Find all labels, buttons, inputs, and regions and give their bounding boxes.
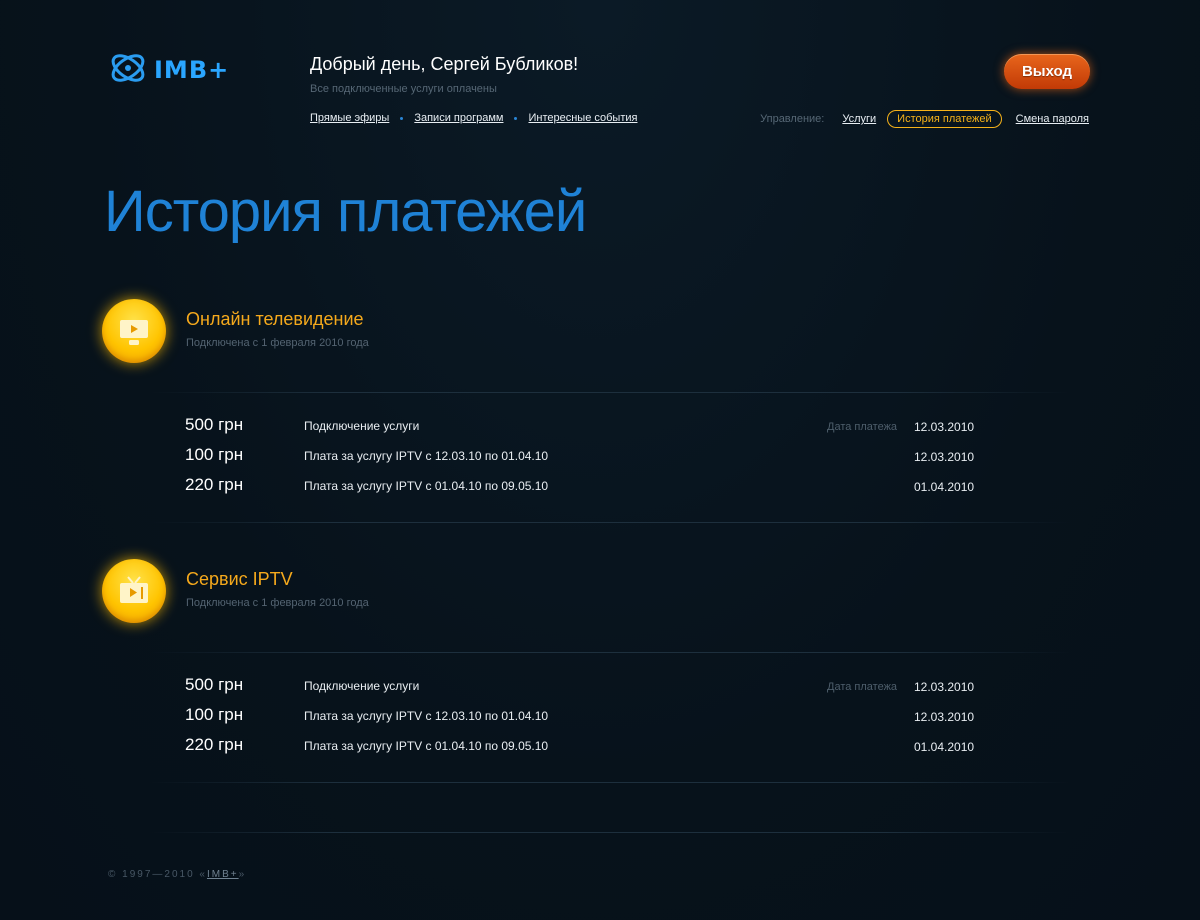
service-subtitle: Подключена с 1 февраля 2010 года bbox=[186, 597, 369, 609]
copyright: © 1997—2010 « bbox=[108, 869, 207, 880]
payment-description: Подключение услуги bbox=[304, 419, 420, 433]
logo-orbit-icon bbox=[108, 46, 152, 95]
logo-text: IMB+ bbox=[154, 56, 230, 84]
payment-description: Плата за услугу IPTV с 12.03.10 по 01.04… bbox=[304, 709, 549, 723]
logo[interactable]: IMB+ bbox=[108, 46, 229, 94]
payment-date-label: Дата платежа bbox=[827, 681, 898, 693]
divider bbox=[150, 782, 1070, 783]
payment-amount: 500 грн bbox=[185, 675, 244, 694]
management-nav: Управление: Услуги История платежей Смен… bbox=[760, 110, 1089, 128]
service-name: Онлайн телевидение bbox=[186, 309, 364, 329]
divider bbox=[150, 522, 1070, 523]
payment-row: 100 грн Плата за услугу IPTV с 12.03.10 … bbox=[0, 702, 1200, 732]
nav-recordings[interactable]: Записи программ bbox=[414, 112, 503, 124]
payment-date: 12.03.2010 bbox=[914, 450, 975, 464]
payment-date-label: Дата платежа bbox=[827, 421, 898, 433]
payment-amount: 100 грн bbox=[185, 705, 244, 724]
nav-services[interactable]: Услуги bbox=[842, 113, 876, 125]
nav-change-password[interactable]: Смена пароля bbox=[1016, 113, 1089, 125]
payment-date: 01.04.2010 bbox=[914, 480, 975, 494]
payment-amount: 500 грн bbox=[185, 415, 244, 434]
service-subtitle: Подключена с 1 февраля 2010 года bbox=[186, 337, 369, 349]
payment-date: 12.03.2010 bbox=[914, 680, 975, 694]
payment-amount: 220 грн bbox=[185, 475, 244, 494]
divider bbox=[150, 652, 1070, 653]
payment-date: 12.03.2010 bbox=[914, 420, 975, 434]
payment-row: 220 грн Плата за услугу IPTV с 01.04.10 … bbox=[0, 472, 1200, 502]
payment-row: 500 грн Подключение услуги Дата платежа … bbox=[0, 412, 1200, 442]
payment-description: Плата за услугу IPTV с 12.03.10 по 01.04… bbox=[304, 449, 549, 463]
nav-events[interactable]: Интересные события bbox=[528, 112, 637, 124]
main-nav: Прямые эфиры Записи программ Интересные … bbox=[310, 112, 637, 124]
payment-amount: 100 грн bbox=[185, 445, 244, 464]
footer-divider bbox=[150, 832, 1070, 833]
footer: © 1997—2010 «IMB+» bbox=[108, 869, 246, 880]
management-label: Управление: bbox=[760, 113, 825, 125]
copyright-suffix: » bbox=[238, 869, 247, 880]
payment-date: 01.04.2010 bbox=[914, 740, 975, 754]
payment-description: Плата за услугу IPTV с 01.04.10 по 09.05… bbox=[304, 739, 549, 753]
footer-home-link[interactable]: IMB+ bbox=[207, 869, 239, 880]
payment-row: 500 грн Подключение услуги Дата платежа … bbox=[0, 672, 1200, 702]
payment-amount: 220 грн bbox=[185, 735, 244, 754]
divider bbox=[150, 392, 1070, 393]
nav-separator bbox=[514, 116, 518, 120]
logout-button[interactable]: Выход bbox=[1004, 54, 1090, 89]
payment-row: 220 грн Плата за услугу IPTV с 01.04.10 … bbox=[0, 732, 1200, 762]
monitor-icon bbox=[102, 299, 166, 363]
nav-separator bbox=[400, 116, 404, 120]
nav-live[interactable]: Прямые эфиры bbox=[310, 112, 389, 124]
page-title: История платежей bbox=[104, 179, 587, 244]
nav-payment-history[interactable]: История платежей bbox=[887, 110, 1002, 128]
payment-row: 100 грн Плата за услугу IPTV с 12.03.10 … bbox=[0, 442, 1200, 472]
tv-icon bbox=[102, 559, 166, 623]
service-name: Сервис IPTV bbox=[186, 569, 293, 589]
greeting: Добрый день, Сергей Бубликов! bbox=[310, 54, 579, 74]
payment-date: 12.03.2010 bbox=[914, 710, 975, 724]
payment-description: Плата за услугу IPTV с 01.04.10 по 09.05… bbox=[304, 479, 549, 493]
payment-status: Все подключенные услуги оплачены bbox=[310, 83, 497, 95]
payment-description: Подключение услуги bbox=[304, 679, 420, 693]
